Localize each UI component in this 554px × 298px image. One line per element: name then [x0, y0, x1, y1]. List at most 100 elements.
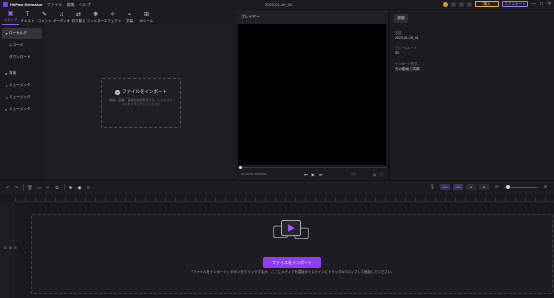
close-button[interactable]: ✕ — [547, 1, 552, 7]
sidebar-item-music-1[interactable]: ♪ ミュージック — [2, 80, 42, 91]
tool-audio[interactable]: ♫ オーディオ — [53, 11, 70, 25]
tool-comment[interactable]: ✎ コメント — [36, 11, 53, 25]
fullscreen-icon[interactable]: ⛶ — [380, 172, 383, 177]
timeline-ruler[interactable] — [15, 194, 554, 202]
tool-label: テキスト — [20, 19, 35, 23]
track-lock-icon[interactable]: ⊟ — [4, 246, 7, 250]
ruler-tick — [285, 198, 286, 201]
ruler-tick — [455, 198, 456, 201]
timeline-toolbar: ↶ ↷ 🗑 ▭ ✂ ⧉ ⊕ ◉ ⊙ 🎙 ⊟⊟ ⊟⊟ ⊟ ⊞ ⊖ ⊕ — [0, 181, 554, 194]
zoom-slider[interactable] — [504, 185, 538, 189]
next-frame-icon[interactable]: ⏭ — [319, 172, 323, 177]
tab-details[interactable]: 詳細 — [394, 14, 408, 23]
zoom-out-icon[interactable]: ⊖ — [492, 184, 501, 190]
sidebar-item-label: ミュージック — [9, 107, 31, 111]
player-right-icons: ◎ ⛶ — [373, 172, 383, 177]
sidebar-item-label: 背景 — [9, 71, 17, 75]
minimize-button[interactable]: — — [531, 1, 536, 7]
settings-icon[interactable] — [467, 1, 472, 7]
tool-filter[interactable]: ❋ フィルター — [87, 11, 104, 25]
sidebar-item-download[interactable]: ダウンロード — [2, 52, 42, 63]
ruler-tick — [465, 198, 466, 201]
track-visibility-icon[interactable]: ⊞ — [9, 246, 12, 250]
tool-effect[interactable]: ✧ エフェクト — [104, 11, 122, 25]
maximize-button[interactable]: □ — [539, 1, 544, 7]
ruler-tick — [165, 198, 166, 201]
duplicate-icon[interactable]: ⧉ — [53, 185, 62, 190]
ruler-tick — [415, 198, 416, 201]
sidebar-item-music-2[interactable]: ♫ ミュージック — [2, 92, 42, 103]
media-icon: ▣ — [7, 11, 14, 17]
crop-icon[interactable]: ▭ — [35, 185, 44, 191]
export-label: エクスポート — [504, 1, 526, 6]
split-icon[interactable]: ✂ — [44, 185, 53, 191]
menu-file[interactable]: ファイル — [47, 2, 63, 8]
microphone-icon[interactable]: 🎙 — [428, 184, 437, 190]
add-marker-icon[interactable]: ⊕ — [66, 185, 75, 191]
prop-framerate-label: フレームレート — [395, 46, 418, 50]
zoom-slider-knob[interactable] — [505, 185, 510, 189]
prop-name-label: 名前 — [395, 31, 402, 35]
prop-framerate-value: 30 — [395, 51, 399, 55]
ruler-tick — [425, 198, 426, 201]
gift-icon[interactable] — [451, 1, 456, 7]
player-controls: 00:00:00 / 00:00:00 ⏮ ▶ ⏭ フル ◎ ⛶ — [238, 170, 386, 178]
tool-text[interactable]: T テキスト — [19, 11, 36, 25]
ruler-tick — [435, 198, 436, 201]
tool-label: AIツール — [139, 19, 154, 23]
ruler-tick — [355, 198, 356, 201]
coin-icon[interactable] — [443, 1, 448, 7]
tool-label: オーディオ — [52, 19, 71, 23]
sidebar-item-music-3[interactable]: ♬ ミュージック — [2, 104, 42, 115]
media-import-dropzone[interactable]: + ファイルをインポート 動画、画像、音楽の追加を行うか、ここにファイルをドラッ… — [101, 78, 181, 128]
toolbar-divider — [23, 184, 24, 191]
ruler-tick — [25, 198, 26, 201]
tool-media[interactable]: ▣ メディア — [2, 11, 19, 25]
quality-select[interactable]: フル — [350, 172, 356, 176]
play-icon[interactable]: ▶ — [312, 172, 315, 177]
sidebar-item-label: レコード — [9, 43, 24, 47]
ruler-tick — [115, 198, 116, 201]
playhead-knob[interactable] — [239, 166, 242, 169]
zoom-in-icon[interactable]: ⊕ — [541, 184, 550, 190]
text-icon: T — [25, 12, 30, 18]
ruler-tick — [325, 198, 326, 201]
speed-icon[interactable]: ⊙ — [84, 185, 93, 191]
undo-icon[interactable]: ↶ — [3, 185, 12, 191]
ruler-tick — [45, 198, 46, 201]
account-icon[interactable] — [459, 1, 464, 7]
ruler-tick — [255, 198, 256, 201]
menu-edit[interactable]: 編集 — [67, 2, 75, 8]
prop-import-format-label: インポート形式 — [395, 62, 418, 66]
timeline: ⊟ ⊞ ⊟ 「ファイルをインポート」ボタンをクリックするか、ここにメディアを直接… — [0, 194, 554, 298]
track-area: 「ファイルをインポート」ボタンをクリックするか、ここにメディアを直接タイムライン… — [15, 202, 554, 298]
timeline-import-button[interactable]: ファイルをインポート — [263, 257, 321, 268]
sidebar-item-record[interactable]: レコード — [2, 40, 42, 51]
tool-ai-tools[interactable]: ⊞ AIツール — [138, 11, 155, 25]
delete-icon[interactable]: 🗑 — [26, 185, 35, 191]
menu-bar: ファイル 編集 ヘルプ — [47, 2, 91, 8]
player-preview[interactable] — [238, 24, 386, 165]
sidebar-item-background[interactable]: ▸ 背景 — [2, 68, 42, 79]
export-button[interactable]: エクスポート — [502, 1, 528, 7]
redo-icon[interactable]: ↷ — [12, 185, 21, 191]
previous-frame-icon[interactable]: ⏮ — [304, 172, 308, 177]
menu-help[interactable]: ヘルプ — [79, 2, 91, 8]
sidebar-item-local-data[interactable]: ▾ ローカルデ — [2, 28, 42, 39]
ruler-tick — [475, 198, 476, 201]
track-mode-chip-3[interactable]: ⊟ — [466, 184, 476, 190]
record-voice-icon[interactable]: ◉ — [75, 185, 84, 191]
buy-button[interactable]: 購入 — [475, 1, 499, 7]
track-mode-chip-1[interactable]: ⊟⊟ — [440, 184, 450, 190]
tool-transition[interactable]: ⇄ 切り替え — [70, 11, 87, 25]
playback-buttons: ⏮ ▶ ⏭ — [304, 172, 322, 177]
media-files-icon — [273, 220, 309, 240]
track-mode-chip-4[interactable]: ⊞ — [479, 184, 489, 190]
player-time: 00:00:00 / 00:00:00 — [241, 172, 267, 176]
track-mode-chip-2[interactable]: ⊟⊟ — [453, 184, 463, 190]
ruler-tick — [215, 198, 216, 201]
tool-subtitle[interactable]: ⌁ 字幕 — [121, 11, 138, 25]
screenshot-icon[interactable]: ◎ — [373, 172, 377, 177]
player-progress-bar[interactable] — [238, 166, 386, 169]
toolbar-divider — [63, 184, 64, 191]
